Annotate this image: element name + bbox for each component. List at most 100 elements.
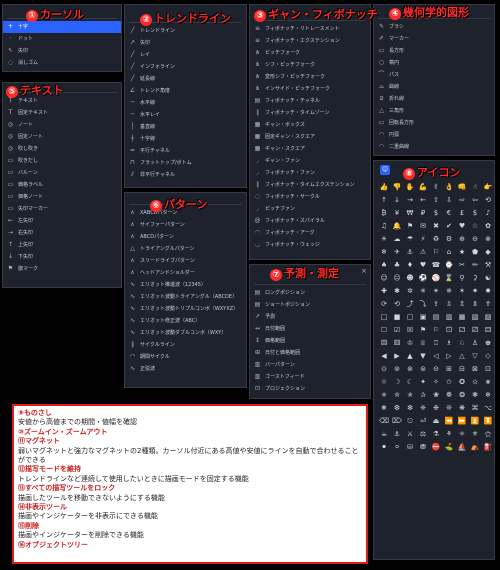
emoji-icon[interactable]: ✬ (482, 376, 494, 388)
emoji-icon[interactable]: ◆ (482, 246, 494, 258)
emoji-icon[interactable]: ⚛ (456, 428, 468, 440)
emoji-icon[interactable]: ♙ (469, 337, 481, 349)
text-tool-item[interactable]: ⚑ 旗マーク (3, 263, 121, 275)
gann-tool-item[interactable]: ⋔ シフ・ピッチフォーク (250, 59, 370, 71)
emoji-icon[interactable]: ⊖ (469, 233, 481, 245)
emoji-icon[interactable]: ✌ (430, 181, 442, 193)
emoji-icon[interactable]: 👌 (443, 181, 455, 193)
gann-tool-item[interactable]: ▦ ギャン・スクエア (250, 143, 370, 155)
emoji-icon[interactable]: ⛽ (482, 441, 494, 453)
gann-tool-item[interactable]: ∥ フィボナッチ・タイムエクステンション (250, 179, 370, 191)
emoji-icon[interactable]: ✰ (417, 389, 429, 401)
emoji-icon[interactable]: ⊙ (378, 363, 390, 375)
emoji-icon[interactable]: ⌂ (443, 246, 455, 258)
shapes-tool-item[interactable]: ⌓ 曲線 (374, 81, 494, 93)
emoji-icon[interactable]: ⚘ (443, 428, 455, 440)
gann-tool-item[interactable]: ∥ フィボナッチ・タイムゾーン (250, 107, 370, 119)
emoji-icon[interactable]: ⌦ (391, 415, 403, 427)
emoji-icon[interactable]: ✯ (404, 389, 416, 401)
emoji-icon[interactable]: ☁ (391, 233, 403, 245)
emoji-icon[interactable]: ✴ (430, 285, 442, 297)
emoji-icon[interactable]: ▶ (391, 350, 403, 362)
emoji-icon[interactable]: ▽ (469, 350, 481, 362)
emoji-icon[interactable]: ♦ (404, 259, 416, 271)
emoji-icon[interactable]: ▷ (443, 350, 455, 362)
close-icon[interactable]: × (361, 267, 367, 275)
gann-tool-item[interactable]: ⋔ 変形シフ・ピッチフォーク (250, 71, 370, 83)
emoji-icon[interactable]: ❈ (417, 402, 429, 414)
text-tool-item[interactable]: ▭ 吹きだし (3, 155, 121, 167)
emoji-icon[interactable]: ⇧ (430, 194, 442, 206)
text-tool-item[interactable]: ▭ 価格ノート (3, 191, 121, 203)
emoji-icon[interactable]: ⇬ (456, 298, 468, 310)
emoji-icon[interactable]: ✸ (482, 285, 494, 297)
emoji-icon[interactable]: ⊟ (456, 363, 468, 375)
emoji-icon[interactable]: ⊠ (469, 363, 481, 375)
forecast-tool-item[interactable]: ▤ ショートポジション (250, 299, 370, 311)
emoji-icon[interactable]: ▼ (417, 350, 429, 362)
emoji-icon[interactable]: 👉 (482, 181, 494, 193)
pattern-tool-item[interactable]: ∿ 正弦波 (125, 363, 246, 375)
emoji-icon[interactable]: ⚾ (430, 272, 442, 284)
emoji-icon[interactable]: ♥ (417, 259, 429, 271)
emoji-icon[interactable]: ■ (391, 311, 403, 323)
emoji-icon[interactable]: ⚲ (456, 272, 468, 284)
emoji-icon[interactable]: → (404, 194, 416, 206)
text-tool-item[interactable]: ◎ ノート (3, 119, 121, 131)
shapes-tool-item[interactable]: △ 三角形 (374, 105, 494, 117)
pattern-tool-item[interactable]: ∿ エリオット波動トライアングル（ABCDE） (125, 291, 246, 303)
emoji-icon[interactable]: ☾ (404, 376, 416, 388)
gann-tool-item[interactable]: ▦ ギャン・ボックス (250, 119, 370, 131)
emoji-icon[interactable]: ₿ (378, 207, 390, 219)
emoji-icon[interactable]: ⚃ (482, 324, 494, 336)
emoji-icon[interactable]: ⚡ (417, 233, 429, 245)
emoji-icon[interactable]: ⌥ (482, 402, 494, 414)
emoji-icon[interactable]: ☺ (378, 272, 390, 284)
emoji-icon[interactable]: ❅ (378, 402, 390, 414)
pattern-tool-item[interactable]: ∿ エリオット波動ダブルコンボ（WXY） (125, 327, 246, 339)
emoji-icon[interactable]: ▲ (404, 350, 416, 362)
gann-tool-item[interactable]: ◡ フィボナッチ・ウェッジ (250, 239, 370, 251)
trendline-tool-item[interactable]: ╱ レイ (125, 49, 246, 61)
emoji-icon[interactable]: □ (378, 311, 390, 323)
emoji-icon[interactable]: ⬟ (469, 246, 481, 258)
emoji-icon[interactable]: ❂ (456, 389, 468, 401)
emoji-icon[interactable]: ⟲ (482, 194, 494, 206)
text-tool-item[interactable]: ◎ 固定ノート (3, 131, 121, 143)
selected-emoji-icon[interactable]: ☺ (380, 165, 390, 175)
emoji-icon[interactable]: ⚑ (404, 220, 416, 232)
emoji-icon[interactable]: ⊜ (417, 363, 429, 375)
emoji-icon[interactable]: ☯ (482, 272, 494, 284)
emoji-icon[interactable]: ⏏ (430, 415, 442, 427)
trendline-tool-item[interactable]: ╱ トレンドライン (125, 25, 246, 37)
emoji-icon[interactable]: ✖ (430, 220, 442, 232)
emoji-icon[interactable]: ✉ (417, 220, 429, 232)
shapes-tool-item[interactable]: ⧄ 折れ線 (374, 93, 494, 105)
text-tool-item[interactable]: ↑ 上矢印 (3, 239, 121, 251)
emoji-icon[interactable]: ⏩ (456, 415, 468, 427)
pattern-tool-item[interactable]: ◠ 期間サイクル (125, 351, 246, 363)
emoji-icon[interactable]: ⇩ (443, 194, 455, 206)
emoji-icon[interactable]: ✏ (469, 259, 481, 271)
emoji-icon[interactable]: ❁ (443, 389, 455, 401)
emoji-icon[interactable]: ⚫ (378, 441, 390, 453)
forecast-tool-item[interactable]: ▥ バーパターン (250, 359, 370, 371)
emoji-icon[interactable]: ⊗ (482, 233, 494, 245)
emoji-icon[interactable]: ⛳ (443, 441, 455, 453)
emoji-icon[interactable]: ⎋ (404, 415, 416, 427)
gann-tool-item[interactable]: ◞ ピッチファン (250, 203, 370, 215)
gann-tool-item[interactable]: ⋔ ピッチフォーク (250, 47, 370, 59)
emoji-icon[interactable]: ⊚ (391, 363, 403, 375)
emoji-icon[interactable]: ✪ (456, 376, 468, 388)
emoji-icon[interactable]: ✈ (391, 246, 403, 258)
emoji-icon[interactable]: ⏬ (482, 415, 494, 427)
emoji-icon[interactable]: ⚐ (430, 324, 442, 336)
emoji-icon[interactable]: ⚗ (430, 428, 442, 440)
emoji-icon[interactable]: ⤵ (417, 298, 429, 310)
cursor-tool-item[interactable]: + 十字 (3, 21, 121, 33)
emoji-icon[interactable]: ← (417, 194, 429, 206)
emoji-icon[interactable]: ⚜ (469, 428, 481, 440)
emoji-icon[interactable]: ↓ (391, 194, 403, 206)
forecast-tool-item[interactable]: ⊡ プロジェクション (250, 383, 370, 395)
emoji-icon[interactable]: ⚪ (391, 441, 403, 453)
